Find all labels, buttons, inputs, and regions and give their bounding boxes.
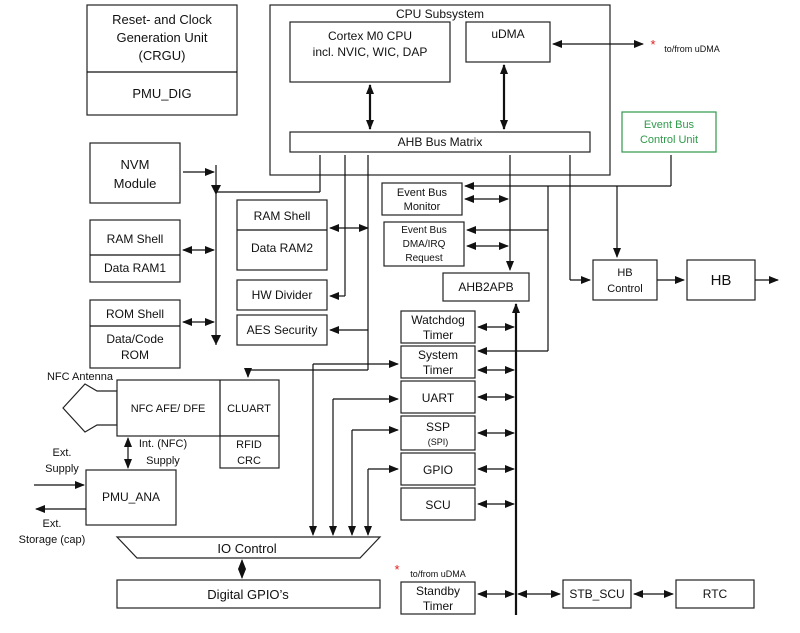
- nvm-module: [89, 142, 181, 204]
- ahb-matrix-label: AHB Bus Matrix: [398, 135, 483, 149]
- int-supply-label-1: Int. (NFC): [139, 438, 187, 450]
- system-timer-label-1: System: [418, 348, 458, 362]
- rtc-label: RTC: [703, 587, 728, 601]
- nvm-label-2: Module: [114, 176, 157, 191]
- aes-label: AES Security: [247, 323, 318, 337]
- pmu-ana-label: PMU_ANA: [102, 490, 160, 504]
- to-from-udma-bottom: to/from uDMA: [410, 569, 466, 579]
- nfc-antenna-icon: [62, 383, 118, 433]
- scu-label: SCU: [425, 498, 450, 512]
- gpio-label: GPIO: [423, 463, 453, 477]
- standby-label-1: Standby: [416, 584, 460, 598]
- ext-storage-label-2: Storage (cap): [19, 534, 86, 546]
- watchdog-label-2: Timer: [423, 328, 453, 342]
- hw-divider-label: HW Divider: [252, 288, 313, 302]
- uart-label: UART: [422, 391, 455, 405]
- nfc-afe-label: NFC AFE/ DFE: [131, 403, 206, 415]
- pmu-dig-label: PMU_DIG: [132, 86, 191, 101]
- ssp-sub-label: (SPI): [428, 437, 449, 447]
- ram-shell-2-label: RAM Shell: [254, 209, 311, 223]
- watchdog-label-1: Watchdog: [411, 313, 465, 327]
- cpu-subsystem: CPU Subsystem Cortex M0 CPU incl. NVIC, …: [269, 4, 611, 176]
- nfc-antenna-label: NFC Antenna: [47, 371, 114, 383]
- data-ram1-label: Data RAM1: [104, 261, 166, 275]
- to-from-udma-top: to/from uDMA: [664, 44, 720, 54]
- rom-label-2: ROM: [121, 348, 149, 362]
- hb-control-label-1: HB: [617, 267, 632, 279]
- standby-label-2: Timer: [423, 599, 453, 613]
- ebcu-label-1: Event Bus: [644, 119, 695, 131]
- rom-shell-label: ROM Shell: [106, 307, 164, 321]
- stb-scu-label: STB_SCU: [569, 587, 624, 601]
- hb-control-label-2: Control: [607, 283, 642, 295]
- data-ram2-label: Data RAM2: [251, 241, 313, 255]
- cortex-label-1: Cortex M0 CPU: [328, 29, 412, 43]
- ebcu-label-2: Control Unit: [640, 134, 698, 146]
- int-supply-label-2: Supply: [146, 455, 180, 467]
- event-bus-control-unit: [621, 111, 717, 153]
- ebd-label-1: Event Bus: [401, 225, 447, 236]
- system-timer-label-2: Timer: [423, 363, 453, 377]
- ebd-label-3: Request: [405, 253, 442, 264]
- cortex-label-2: incl. NVIC, WIC, DAP: [313, 45, 428, 59]
- ext-supply-label-2: Supply: [45, 463, 79, 475]
- hb-label: HB: [711, 272, 732, 289]
- cpu-subsystem-label: CPU Subsystem: [396, 7, 484, 21]
- crc-label: CRC: [237, 455, 261, 467]
- rom-label-1: Data/Code: [106, 332, 164, 346]
- ram-shell-1-label: RAM Shell: [107, 232, 164, 246]
- crgu-label-3: (CRGU): [139, 48, 186, 63]
- cluart-label: CLUART: [227, 403, 271, 415]
- ahb2apb-label: AHB2APB: [458, 280, 513, 294]
- crgu-block: Reset- and Clock Generation Unit (CRGU) …: [86, 4, 238, 116]
- crgu-label-2: Generation Unit: [116, 30, 207, 45]
- ebm-label-2: Monitor: [404, 201, 441, 213]
- udma-label: uDMA: [491, 27, 524, 41]
- block-diagram: Reset- and Clock Generation Unit (CRGU) …: [19, 4, 779, 615]
- crgu-label-1: Reset- and Clock: [112, 12, 212, 27]
- ext-storage-label-1: Ext.: [43, 518, 62, 530]
- asterisk-bottom: *: [394, 562, 399, 577]
- ebd-label-2: DMA/IRQ: [403, 239, 446, 250]
- apb-peripherals: Watchdog Timer System Timer UART SSP (SP…: [400, 310, 476, 521]
- io-control-label: IO Control: [217, 541, 276, 556]
- ssp-label: SSP: [426, 420, 450, 434]
- rfid-label: RFID: [236, 439, 262, 451]
- digital-gpio-label: Digital GPIO’s: [207, 587, 289, 602]
- ext-supply-label-1: Ext.: [53, 447, 72, 459]
- asterisk-top: *: [650, 37, 655, 52]
- nvm-label-1: NVM: [121, 157, 150, 172]
- ebm-label-1: Event Bus: [397, 187, 448, 199]
